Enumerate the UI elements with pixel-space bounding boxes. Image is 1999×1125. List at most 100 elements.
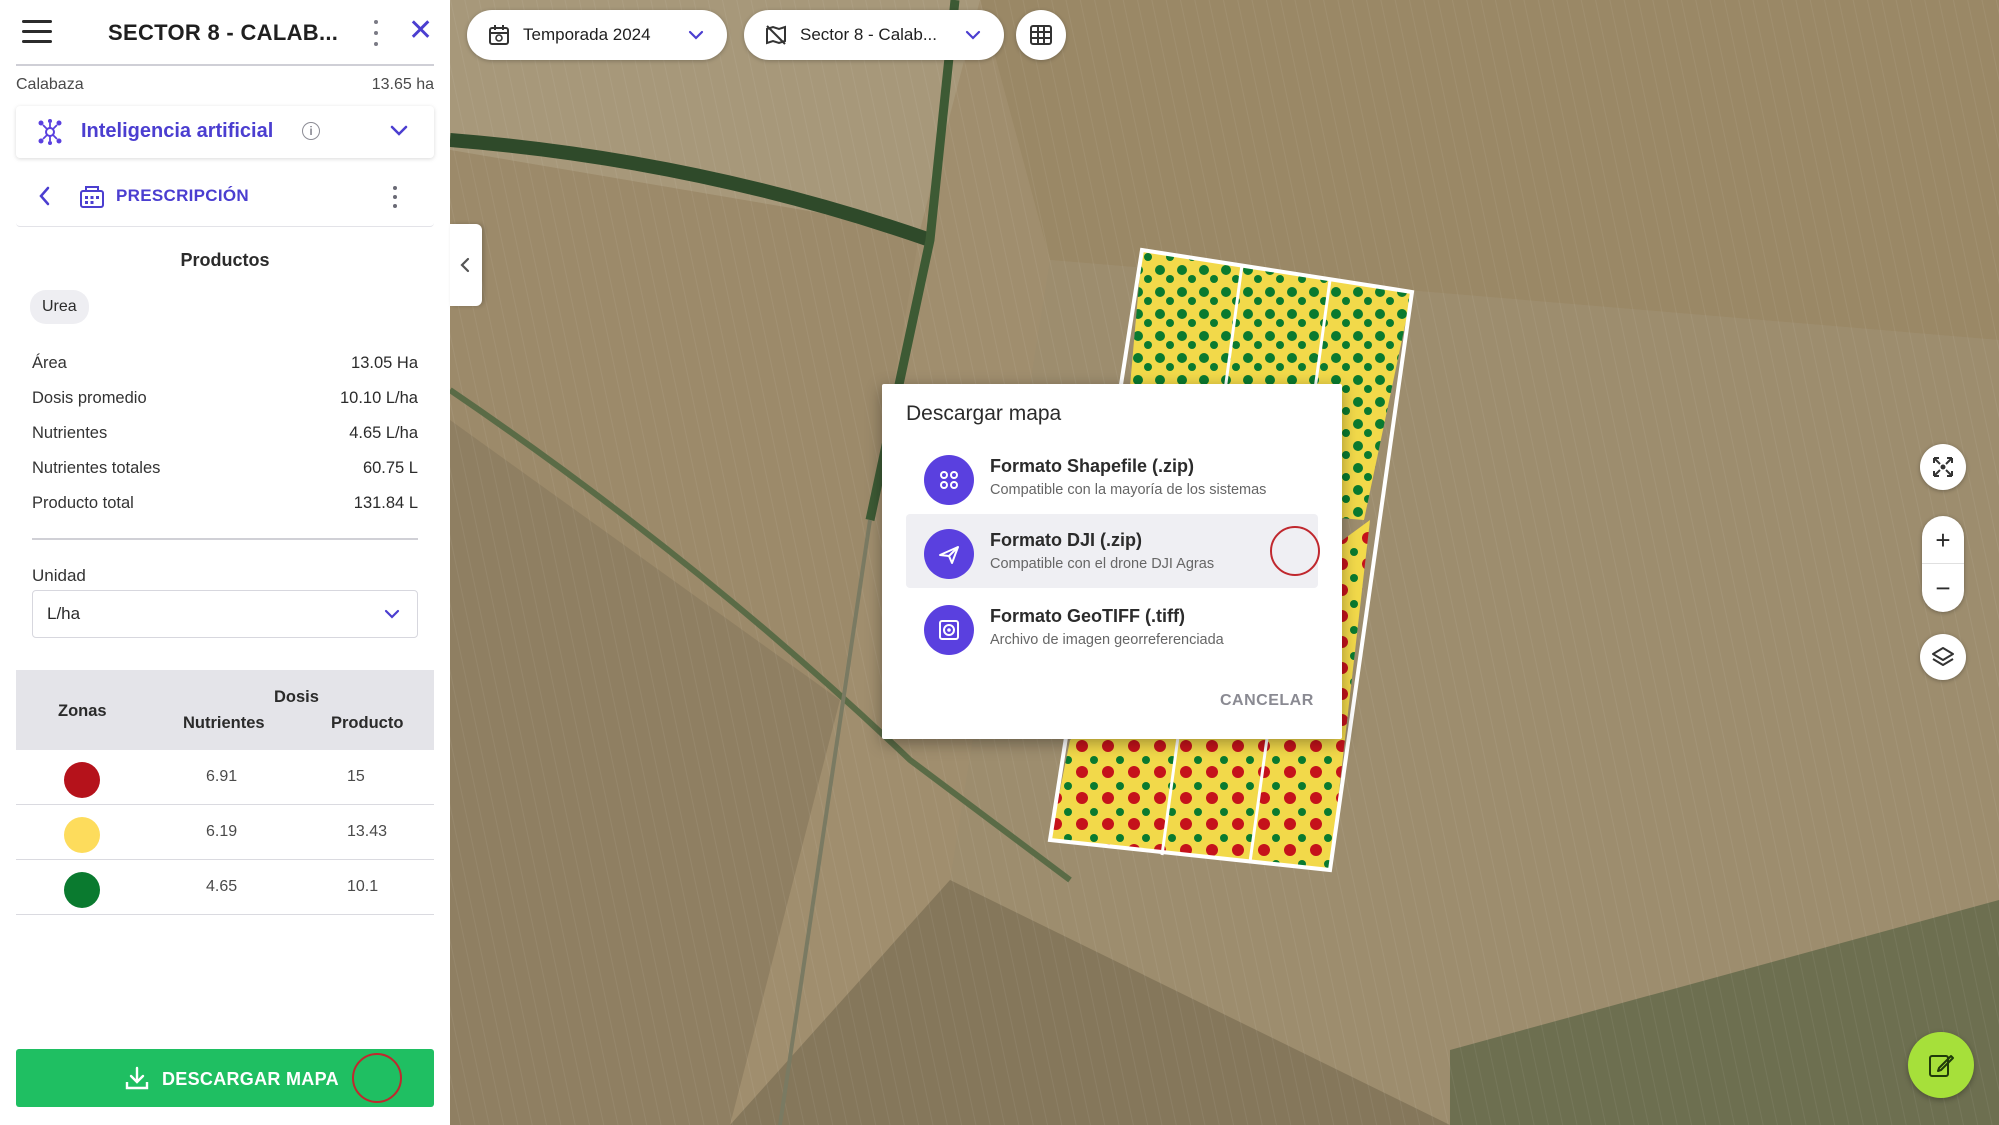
- zone-color-yellow: [64, 817, 100, 853]
- stat-value: 4.65 L/ha: [349, 424, 418, 442]
- prescription-icon: [80, 186, 104, 208]
- zones-table: Zonas Dosis Nutrientes Producto 6.91 15 …: [16, 670, 434, 915]
- chevron-down-icon: [688, 30, 704, 40]
- option-subtitle: Compatible con la mayoría de los sistema…: [990, 482, 1267, 498]
- more-options-icon[interactable]: [371, 20, 381, 46]
- zones-table-header: Zonas Dosis Nutrientes Producto: [16, 670, 434, 750]
- zone-nutrients: 6.91: [206, 768, 238, 785]
- col-nutrients: Nutrientes: [183, 714, 265, 732]
- download-icon: [125, 1066, 149, 1090]
- chevron-down-icon: [390, 125, 408, 136]
- stat-label: Nutrientes totales: [32, 459, 161, 477]
- option-shapefile[interactable]: Formato Shapefile (.zip) Compatible con …: [906, 440, 1318, 514]
- season-selector[interactable]: Temporada 2024: [467, 10, 727, 60]
- hamburger-menu-icon[interactable]: [22, 20, 52, 44]
- option-subtitle: Archivo de imagen georreferenciada: [990, 632, 1224, 648]
- edit-fab-button[interactable]: [1908, 1032, 1974, 1098]
- ai-section-dropdown[interactable]: Inteligencia artificial i: [16, 106, 434, 158]
- crop-name: Calabaza: [16, 76, 84, 93]
- table-icon: [1030, 25, 1052, 45]
- divider: [32, 538, 418, 540]
- sidebar-panel: SECTOR 8 - CALAB... ✕ Calabaza 13.65 ha …: [0, 0, 450, 1125]
- products-section: Productos Urea Área 13.05 Ha Dosis promed…: [16, 228, 434, 668]
- zone-product: 15: [347, 768, 365, 785]
- zone-product: 10.1: [347, 878, 379, 895]
- stat-total-nutrients: Nutrientes totales 60.75 L: [32, 459, 418, 478]
- table-row: 6.19 13.43: [16, 805, 434, 860]
- prescription-header: PRESCRIPCIÓN: [16, 166, 434, 227]
- stat-average-dose: Dosis promedio 10.10 L/ha: [32, 389, 418, 408]
- layers-button[interactable]: [1920, 634, 1966, 680]
- col-dose: Dosis: [274, 688, 319, 706]
- fit-bounds-icon: [1933, 457, 1953, 477]
- option-dji[interactable]: Formato DJI (.zip) Compatible con el dro…: [906, 514, 1320, 588]
- edit-icon: [1929, 1055, 1954, 1077]
- drone-icon: [924, 529, 974, 579]
- col-product: Producto: [331, 714, 404, 732]
- back-arrow-icon[interactable]: [36, 184, 52, 208]
- stat-value: 60.75 L: [362, 459, 418, 477]
- field-title: SECTOR 8 - CALAB...: [108, 20, 339, 45]
- field-area: 13.65 ha: [371, 76, 434, 93]
- zone-nutrients: 6.19: [206, 823, 238, 840]
- stat-total-product: Producto total 131.84 L: [32, 494, 418, 513]
- unit-select-value: L/ha: [47, 604, 81, 623]
- stat-label: Producto total: [32, 494, 134, 512]
- geotiff-icon: [924, 605, 974, 655]
- chevron-down-icon: [965, 30, 981, 40]
- click-indicator-ring: [352, 1053, 402, 1103]
- option-title: Formato Shapefile (.zip): [990, 456, 1195, 476]
- info-icon[interactable]: i: [302, 122, 320, 140]
- stat-label: Dosis promedio: [32, 389, 147, 407]
- ai-brain-icon: [38, 119, 62, 145]
- prescription-label: PRESCRIPCIÓN: [116, 186, 250, 205]
- prescription-more-icon[interactable]: [392, 186, 398, 208]
- stat-nutrients: Nutrientes 4.65 L/ha: [32, 424, 418, 443]
- unit-label: Unidad: [32, 566, 86, 585]
- zoom-control: + −: [1922, 516, 1964, 612]
- sector-label: Sector 8 - Calab...: [800, 25, 938, 44]
- zone-product: 13.43: [347, 823, 388, 840]
- unit-select[interactable]: L/ha: [32, 590, 418, 638]
- dialog-title: Descargar mapa: [906, 402, 1062, 425]
- zone-nutrients: 4.65: [206, 878, 238, 895]
- stat-value: 13.05 Ha: [351, 354, 418, 372]
- sector-selector[interactable]: Sector 8 - Calab...: [744, 10, 1004, 60]
- option-title: Formato GeoTIFF (.tiff): [990, 606, 1185, 626]
- calendar-icon: [489, 25, 509, 45]
- shapefile-icon: [924, 455, 974, 505]
- table-view-button[interactable]: [1016, 10, 1066, 60]
- option-subtitle: Compatible con el drone DJI Agras: [990, 556, 1215, 572]
- stat-label: Nutrientes: [32, 424, 108, 442]
- download-map-button[interactable]: DESCARGAR MAPA: [16, 1049, 434, 1107]
- ai-section-label: Inteligencia artificial: [81, 120, 274, 142]
- zone-color-green: [64, 872, 100, 908]
- download-map-label: DESCARGAR MAPA: [162, 1069, 339, 1089]
- field-map-icon: [766, 25, 786, 45]
- option-title: Formato DJI (.zip): [990, 530, 1142, 550]
- chevron-down-icon: [384, 609, 400, 619]
- crop-info: Calabaza 13.65 ha: [16, 76, 434, 94]
- product-chip[interactable]: Urea: [30, 290, 89, 324]
- chevron-left-icon: [460, 257, 470, 273]
- download-map-dialog: Descargar mapa Formato Shapefile (.zip) …: [882, 384, 1342, 739]
- stat-value: 10.10 L/ha: [340, 389, 418, 407]
- stat-area: Área 13.05 Ha: [32, 354, 418, 373]
- stat-value: 131.84 L: [353, 494, 418, 512]
- season-label: Temporada 2024: [523, 25, 651, 44]
- click-indicator-ring: [1270, 526, 1320, 576]
- table-row: 4.65 10.1: [16, 860, 434, 915]
- table-row: 6.91 15: [16, 750, 434, 805]
- collapse-panel-button[interactable]: [450, 224, 482, 306]
- zoom-out-button[interactable]: −: [1922, 564, 1964, 612]
- option-geotiff[interactable]: Formato GeoTIFF (.tiff) Archivo de image…: [906, 590, 1318, 664]
- close-icon[interactable]: ✕: [408, 14, 433, 48]
- layers-icon: [1932, 647, 1954, 666]
- stat-label: Área: [32, 354, 67, 372]
- col-zones: Zonas: [58, 702, 107, 720]
- products-heading: Productos: [180, 250, 270, 270]
- cancel-button[interactable]: CANCELAR: [1220, 692, 1314, 710]
- zone-color-red: [64, 762, 100, 798]
- fit-bounds-button[interactable]: [1920, 444, 1966, 490]
- zoom-in-button[interactable]: +: [1922, 516, 1964, 564]
